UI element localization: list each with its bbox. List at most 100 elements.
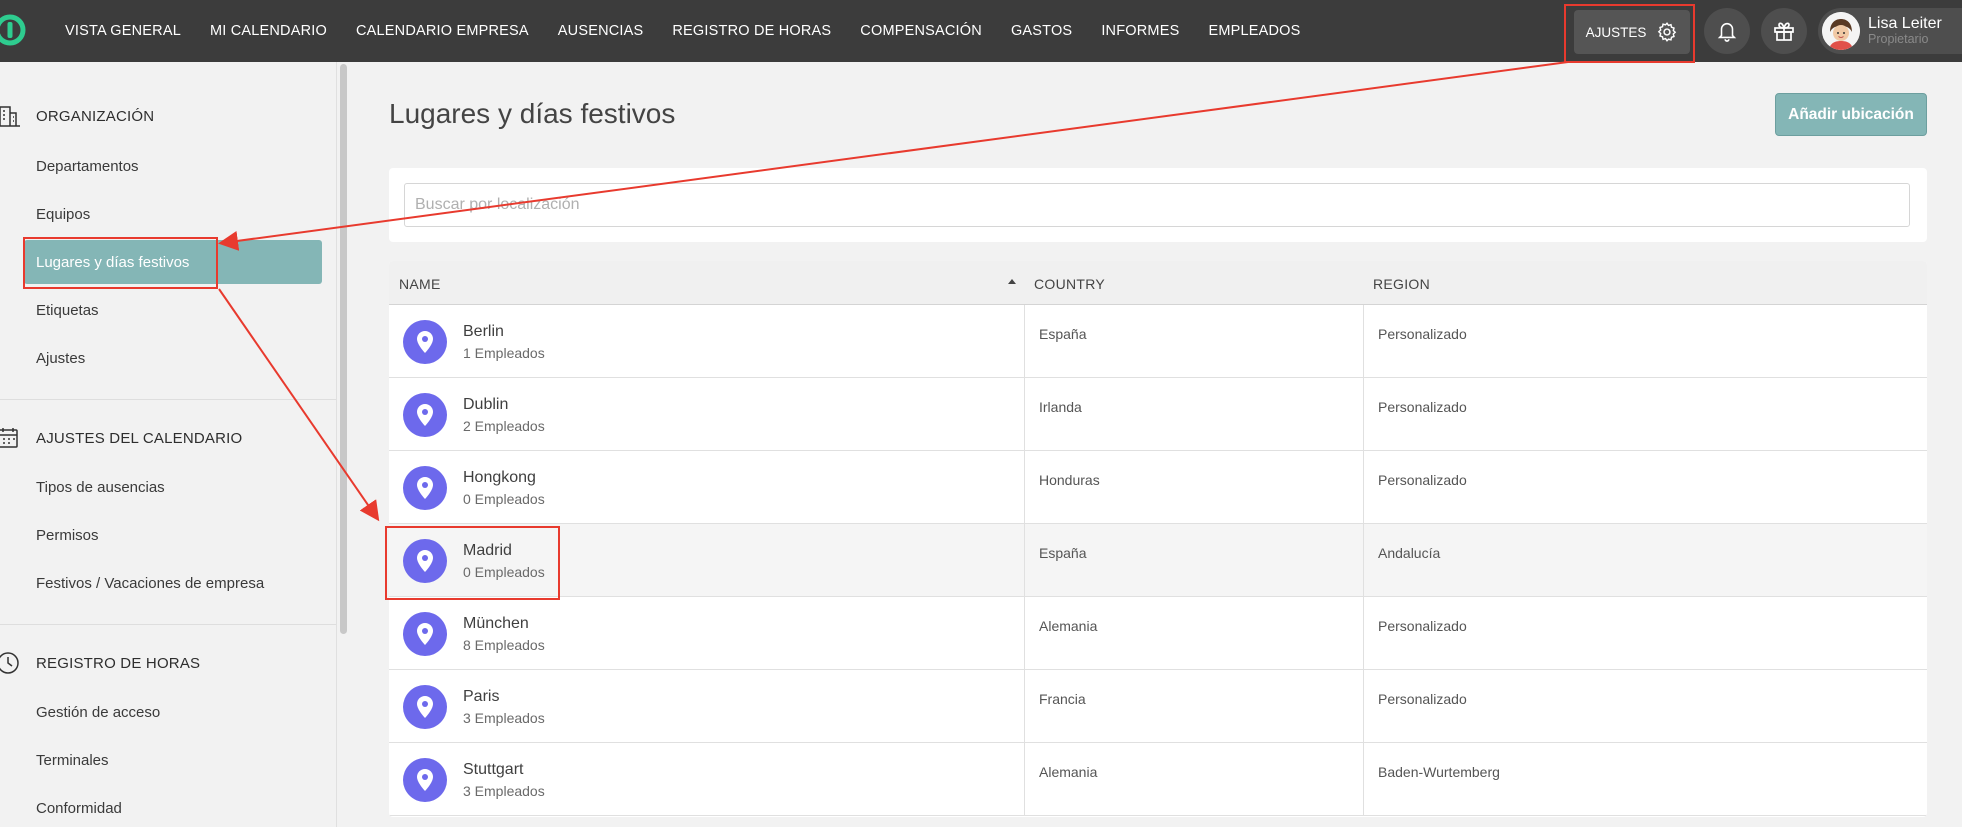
nav-mi-calendario[interactable]: MI CALENDARIO	[210, 23, 327, 39]
top-navigation-bar: VISTA GENERAL MI CALENDARIO CALENDARIO E…	[0, 0, 1962, 62]
map-pin-icon	[417, 404, 433, 426]
location-name: Stuttgart	[463, 761, 524, 778]
notifications-button[interactable]	[1704, 8, 1750, 54]
location-name: Berlin	[463, 323, 504, 340]
sidebar-item-label: Lugares y días festivos	[36, 253, 190, 271]
location-pin-avatar	[403, 320, 447, 364]
table-row[interactable]: Dublin 2 Empleados Irlanda Personalizado	[389, 378, 1927, 451]
section-ajustes-calendario: AJUSTES DEL CALENDARIO	[0, 426, 242, 450]
calendar-icon	[0, 428, 18, 448]
location-employee-count: 0 Empleados	[463, 564, 545, 580]
gift-button[interactable]	[1761, 8, 1807, 54]
section-organizacion: ORGANIZACIÓN	[0, 104, 154, 128]
search-card	[389, 168, 1927, 242]
sidebar-item-etiquetas[interactable]: Etiquetas	[36, 302, 99, 319]
column-separator	[1024, 743, 1025, 816]
table-header: NAME COUNTRY REGION	[389, 261, 1927, 305]
nav-vista-general[interactable]: VISTA GENERAL	[65, 23, 181, 39]
gift-icon	[1774, 22, 1794, 41]
sidebar-item-terminales[interactable]: Terminales	[36, 752, 109, 769]
location-pin-avatar	[403, 612, 447, 656]
bell-icon	[1717, 22, 1737, 42]
nav-registro-de-horas[interactable]: REGISTRO DE HORAS	[672, 23, 831, 39]
building-icon	[0, 106, 20, 127]
map-pin-icon	[417, 331, 433, 353]
column-separator	[1024, 378, 1025, 451]
location-employee-count: 3 Empleados	[463, 710, 545, 726]
user-name: Lisa Leiter	[1868, 15, 1942, 33]
sidebar-item-gestion-acceso[interactable]: Gestión de acceso	[36, 704, 160, 721]
nav-calendario-empresa[interactable]: CALENDARIO EMPRESA	[356, 23, 529, 39]
user-avatar-icon	[1822, 12, 1860, 50]
location-name: Madrid	[463, 542, 512, 559]
location-pin-avatar	[403, 466, 447, 510]
location-pin-avatar	[403, 758, 447, 802]
sort-ascending-icon[interactable]	[1008, 279, 1016, 284]
table-row[interactable]: Hongkong 0 Empleados Honduras Personalizado	[389, 451, 1927, 524]
nav-informes[interactable]: INFORMES	[1101, 23, 1179, 39]
sidebar-item-equipos[interactable]: Equipos	[36, 206, 90, 223]
column-header-region[interactable]: REGION	[1373, 276, 1430, 292]
sidebar-item-lugares[interactable]: Lugares y días festivos	[24, 240, 322, 284]
map-pin-icon	[417, 769, 433, 791]
nav-ausencias[interactable]: AUSENCIAS	[558, 23, 644, 39]
table-row[interactable]: Paris 3 Empleados Francia Personalizado	[389, 670, 1927, 743]
location-country: Alemania	[1039, 618, 1098, 634]
location-region: Baden-Wurtemberg	[1378, 764, 1500, 780]
location-employee-count: 2 Empleados	[463, 418, 545, 434]
location-region: Personalizado	[1378, 326, 1467, 342]
divider	[0, 624, 336, 625]
column-separator	[1363, 451, 1364, 524]
map-pin-icon	[417, 550, 433, 572]
nav-empleados[interactable]: EMPLEADOS	[1208, 23, 1300, 39]
location-country: Alemania	[1039, 764, 1098, 780]
location-employee-count: 1 Empleados	[463, 345, 545, 361]
column-separator	[1363, 305, 1364, 378]
sidebar-item-festivos[interactable]: Festivos / Vacaciones de empresa	[36, 575, 264, 592]
location-region: Personalizado	[1378, 691, 1467, 707]
add-location-button[interactable]: Añadir ubicación	[1775, 93, 1927, 136]
column-separator	[1363, 524, 1364, 597]
column-separator	[1024, 451, 1025, 524]
location-pin-avatar	[403, 393, 447, 437]
map-pin-icon	[417, 477, 433, 499]
location-country: España	[1039, 545, 1087, 561]
sidebar-scrollbar-thumb[interactable]	[340, 64, 347, 634]
location-employee-count: 8 Empleados	[463, 637, 545, 653]
sidebar-item-conformidad[interactable]: Conformidad	[36, 800, 122, 817]
sidebar-item-permisos[interactable]: Permisos	[36, 527, 99, 544]
user-menu[interactable]: Lisa Leiter Propietario	[1818, 8, 1962, 54]
ajustes-button[interactable]: AJUSTES	[1574, 10, 1690, 54]
search-input[interactable]	[404, 183, 1910, 227]
table-row[interactable]: Stuttgart 3 Empleados Alemania Baden-Wurtem…	[389, 743, 1927, 816]
sidebar-item-departamentos[interactable]: Departamentos	[36, 158, 139, 175]
table-row[interactable]: Berlin 1 Empleados España Personalizado	[389, 305, 1927, 378]
location-name: Paris	[463, 688, 500, 705]
column-header-name[interactable]: NAME	[399, 276, 441, 292]
column-separator	[1363, 597, 1364, 670]
map-pin-icon	[417, 623, 433, 645]
main-nav: VISTA GENERAL MI CALENDARIO CALENDARIO E…	[65, 0, 1330, 62]
column-separator	[1024, 670, 1025, 743]
table-row[interactable]: München 8 Empleados Alemania Personalizado	[389, 597, 1927, 670]
location-region: Andalucía	[1378, 545, 1441, 561]
location-pin-avatar	[403, 685, 447, 729]
settings-sidebar: ORGANIZACIÓN Departamentos Equipos Lugar…	[0, 62, 338, 827]
nav-gastos[interactable]: GASTOS	[1011, 23, 1072, 39]
column-header-country[interactable]: COUNTRY	[1034, 276, 1105, 292]
map-pin-icon	[417, 696, 433, 718]
nav-compensacion[interactable]: COMPENSACIÓN	[860, 23, 982, 39]
sidebar-item-ajustes[interactable]: Ajustes	[36, 350, 85, 367]
section-organizacion-title: ORGANIZACIÓN	[36, 107, 155, 125]
column-separator	[1363, 378, 1364, 451]
table-row[interactable]: Madrid 0 Empleados España Andalucía	[389, 524, 1927, 597]
clock-icon	[0, 652, 19, 674]
user-role: Propietario	[1868, 31, 1929, 46]
location-region: Personalizado	[1378, 472, 1467, 488]
column-separator	[1024, 597, 1025, 670]
location-country: España	[1039, 326, 1087, 342]
sidebar-item-tipos-ausencias[interactable]: Tipos de ausencias	[36, 479, 165, 496]
location-name: Hongkong	[463, 469, 536, 486]
app-logo-icon[interactable]	[0, 13, 30, 47]
location-name: Dublin	[463, 396, 509, 413]
